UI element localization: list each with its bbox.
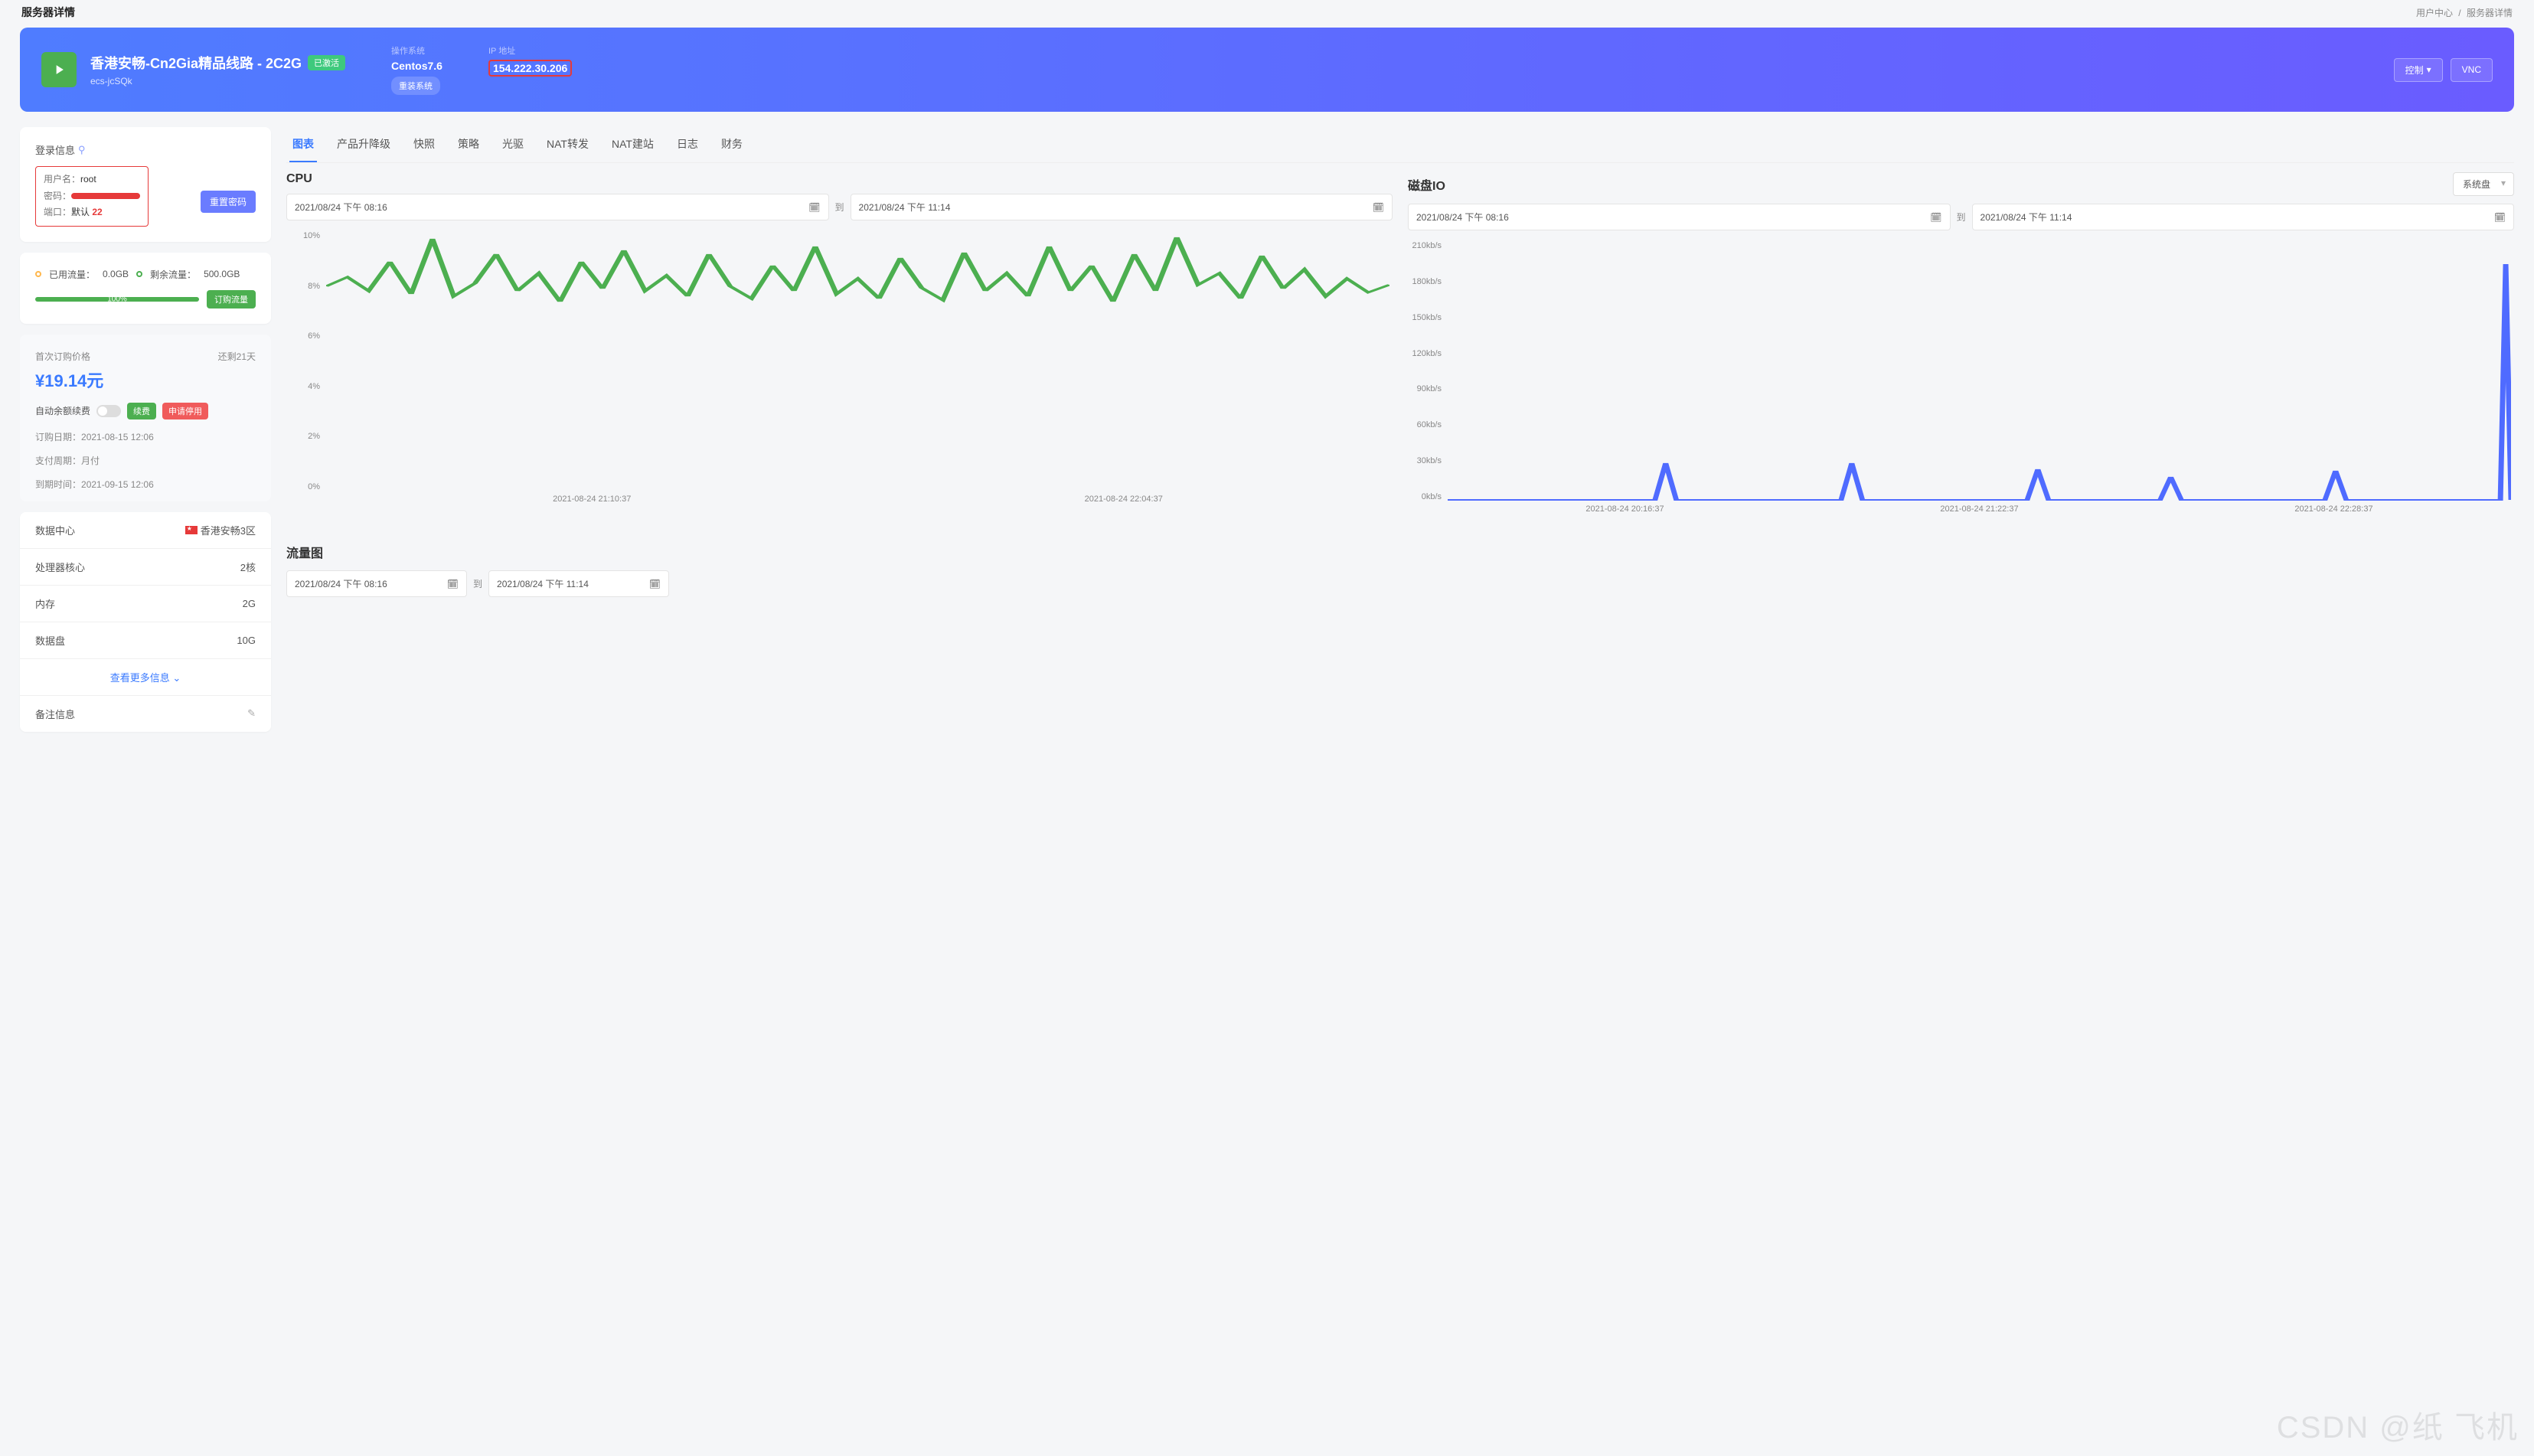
server-name: 香港安畅-Cn2Gia精品线路 - 2C2G bbox=[90, 53, 302, 73]
disk-x-axis: 2021-08-24 20:16:372021-08-24 21:22:3720… bbox=[1448, 504, 2511, 524]
auto-renew-toggle[interactable] bbox=[96, 405, 121, 417]
ip-label: IP 地址 bbox=[488, 44, 572, 57]
disk-chart-block: 磁盘IO 系统盘 2021/08/24 下午 08:16🗓 到 2021/08/… bbox=[1408, 172, 2514, 524]
cpu-x-axis: 2021-08-24 21:10:372021-08-24 22:04:37 bbox=[326, 495, 1389, 514]
breadcrumb: 用户中心 / 服务器详情 bbox=[2416, 6, 2513, 19]
spec-row-remark: 备注信息 ✎ bbox=[20, 695, 271, 732]
reinstall-os-button[interactable]: 重装系统 bbox=[391, 77, 440, 95]
buy-traffic-button[interactable]: 订购流量 bbox=[207, 290, 256, 309]
server-hero: 香港安畅-Cn2Gia精品线路 - 2C2G 已激活 ecs-jcSQk 操作系… bbox=[20, 28, 2514, 112]
traffic-card: 已用流量：0.0GB 剩余流量：500.0GB 100% 订购流量 bbox=[20, 253, 271, 324]
disk-date-from[interactable]: 2021/08/24 下午 08:16🗓 bbox=[1408, 204, 1951, 230]
calendar-icon: 🗓 bbox=[1930, 212, 1941, 223]
crumb-current: 服务器详情 bbox=[2467, 8, 2513, 18]
remain-traffic-value: 500.0GB bbox=[204, 269, 240, 279]
os-value: Centos7.6 bbox=[391, 60, 442, 72]
cpu-plot bbox=[326, 231, 1389, 491]
server-id: ecs-jcSQk bbox=[90, 76, 345, 87]
tabs: 图表 产品升降级 快照 策略 光驱 NAT转发 NAT建站 日志 财务 bbox=[286, 127, 2514, 163]
specs-card: 数据中心 香港安畅3区 处理器核心 2核 内存 2G 数据盘 10G 查看更多信… bbox=[20, 512, 271, 732]
used-traffic-value: 0.0GB bbox=[103, 269, 129, 279]
expire-value: 2021-09-15 12:06 bbox=[81, 479, 154, 490]
ip-address: 154.222.30.206 bbox=[488, 60, 572, 77]
edit-icon[interactable]: ✎ bbox=[247, 707, 256, 720]
server-power-icon bbox=[41, 52, 77, 87]
cpu-date-to[interactable]: 2021/08/24 下午 11:14🗓 bbox=[851, 194, 1393, 220]
vnc-button[interactable]: VNC bbox=[2451, 58, 2493, 82]
disk-y-axis: 210kb/s180kb/s150kb/s120kb/s90kb/s60kb/s… bbox=[1408, 241, 1445, 501]
watermark: CSDN @纸 飞机 bbox=[2277, 1402, 2519, 1447]
calendar-icon: 🗓 bbox=[808, 202, 820, 213]
spec-row-disk: 数据盘 10G bbox=[20, 622, 271, 658]
billing-card: 首次订购价格 还剩21天 ¥19.14元 自动余额续费 续费 申请停用 订购日期… bbox=[20, 335, 271, 501]
tab-finance[interactable]: 财务 bbox=[718, 127, 746, 162]
user-icon: ⚲ bbox=[78, 144, 86, 156]
cpu-chart-title: CPU bbox=[286, 172, 312, 186]
page-title: 服务器详情 bbox=[21, 5, 75, 20]
order-date-value: 2021-08-15 12:06 bbox=[81, 432, 154, 442]
spec-row-datacenter: 数据中心 香港安畅3区 bbox=[20, 512, 271, 548]
price-value: ¥19.14元 bbox=[35, 367, 256, 392]
tab-snapshot[interactable]: 快照 bbox=[410, 127, 438, 162]
chevron-down-icon: ⌄ bbox=[172, 672, 181, 684]
tab-logs[interactable]: 日志 bbox=[674, 127, 701, 162]
reset-password-button[interactable]: 重置密码 bbox=[201, 191, 256, 213]
chevron-down-icon: ▾ bbox=[2427, 64, 2431, 75]
tab-natsite[interactable]: NAT建站 bbox=[609, 127, 657, 162]
disk-plot bbox=[1448, 241, 2511, 501]
calendar-icon: 🗓 bbox=[447, 579, 459, 589]
used-dot-icon bbox=[35, 271, 41, 277]
hk-flag-icon bbox=[185, 526, 198, 534]
calendar-icon: 🗓 bbox=[649, 579, 661, 589]
control-dropdown[interactable]: 控制▾ bbox=[2394, 58, 2443, 82]
traffic-date-from[interactable]: 2021/08/24 下午 08:16🗓 bbox=[286, 570, 467, 597]
tab-policy[interactable]: 策略 bbox=[455, 127, 482, 162]
calendar-icon: 🗓 bbox=[1373, 202, 1384, 213]
traffic-progress-bar: 100% bbox=[35, 297, 199, 302]
login-credentials-box: 用户名：root 密码： 端口：默认 22 bbox=[35, 166, 149, 227]
disk-date-to[interactable]: 2021/08/24 下午 11:14🗓 bbox=[1972, 204, 2515, 230]
tab-natfwd[interactable]: NAT转发 bbox=[544, 127, 592, 162]
traffic-date-to[interactable]: 2021/08/24 下午 11:14🗓 bbox=[488, 570, 669, 597]
disk-select[interactable]: 系统盘 bbox=[2453, 172, 2514, 196]
spec-row-cpu: 处理器核心 2核 bbox=[20, 548, 271, 585]
login-info-card: 登录信息 ⚲ 用户名：root 密码： 端口：默认 22 重置密码 bbox=[20, 127, 271, 242]
cpu-chart-block: CPU 2021/08/24 下午 08:16🗓 到 2021/08/24 下午… bbox=[286, 172, 1393, 524]
password-masked bbox=[71, 193, 140, 199]
username-value: root bbox=[80, 174, 96, 184]
tab-cdrom[interactable]: 光驱 bbox=[499, 127, 527, 162]
remain-dot-icon bbox=[136, 271, 142, 277]
os-label: 操作系统 bbox=[391, 44, 442, 57]
disk-chart-title: 磁盘IO bbox=[1408, 175, 1445, 194]
calendar-icon: 🗓 bbox=[2494, 212, 2506, 223]
traffic-chart-title: 流量图 bbox=[286, 543, 2514, 561]
stop-button[interactable]: 申请停用 bbox=[162, 403, 208, 419]
spec-row-memory: 内存 2G bbox=[20, 585, 271, 622]
tab-charts[interactable]: 图表 bbox=[289, 127, 317, 162]
port-value: 22 bbox=[92, 207, 102, 217]
days-left: 还剩21天 bbox=[218, 350, 256, 363]
cycle-value: 月付 bbox=[81, 455, 100, 466]
more-info-link[interactable]: 查看更多信息 ⌄ bbox=[20, 658, 271, 695]
cpu-date-from[interactable]: 2021/08/24 下午 08:16🗓 bbox=[286, 194, 829, 220]
renew-button[interactable]: 续费 bbox=[127, 403, 156, 419]
status-badge: 已激活 bbox=[308, 55, 345, 70]
cpu-y-axis: 10%8%6%4%2%0% bbox=[286, 231, 323, 491]
crumb-user-center[interactable]: 用户中心 bbox=[2416, 8, 2453, 18]
tab-upgrade[interactable]: 产品升降级 bbox=[334, 127, 393, 162]
